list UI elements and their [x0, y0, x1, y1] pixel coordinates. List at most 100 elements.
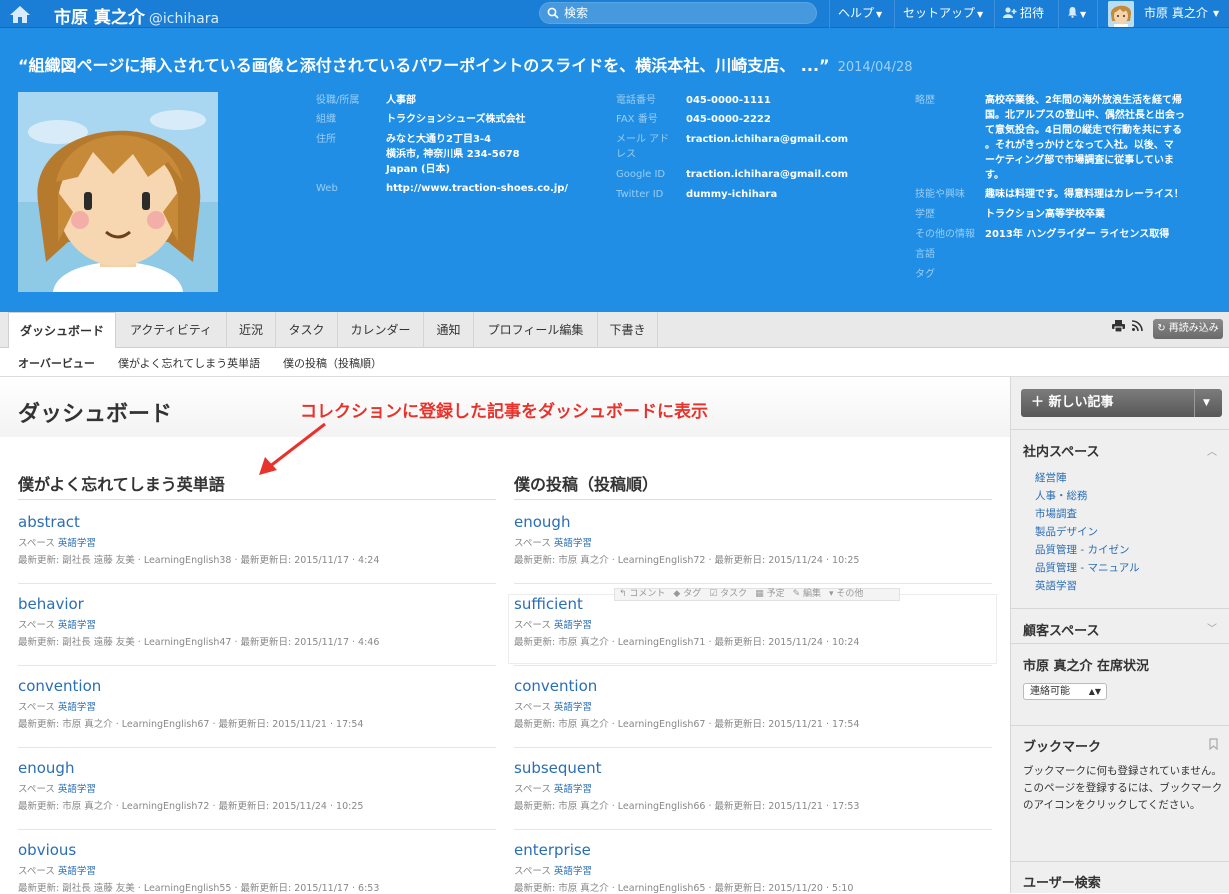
- web-link[interactable]: http://www.traction-shoes.co.jp/: [386, 181, 568, 196]
- article-title-link[interactable]: behavior: [18, 595, 496, 613]
- edit-action[interactable]: ✎ 編集: [793, 589, 821, 599]
- divider: [1011, 643, 1229, 644]
- skills-label: 技能や興味: [915, 189, 965, 200]
- new-article-label: 新しい記事: [1048, 395, 1114, 410]
- education-value: トラクション高等学校卒業: [985, 209, 1105, 220]
- space-link[interactable]: 市場調査: [1035, 506, 1077, 521]
- other-info-value: 2013年 ハングライダー ライセンス取得: [985, 229, 1170, 240]
- article-title-link[interactable]: subsequent: [514, 759, 992, 777]
- divider: [514, 747, 992, 748]
- tab-dashboard[interactable]: ダッシュボード: [8, 312, 116, 349]
- search-input[interactable]: [564, 5, 804, 21]
- home-icon[interactable]: [9, 4, 31, 24]
- tab-notifications[interactable]: 通知: [424, 312, 474, 348]
- tab-drafts[interactable]: 下書き: [598, 312, 658, 348]
- internal-spaces-title[interactable]: 社内スペース: [1023, 441, 1099, 460]
- rss-icon[interactable]: [1132, 320, 1143, 331]
- tab-status[interactable]: 近況: [227, 312, 276, 348]
- space-link[interactable]: 英語学習: [58, 620, 96, 631]
- space-link[interactable]: 経営陣: [1035, 470, 1067, 485]
- space-link[interactable]: 品質管理 - マニュアル: [1035, 560, 1140, 575]
- space-link[interactable]: 人事・総務: [1035, 488, 1088, 503]
- space-link[interactable]: 製品デザイン: [1035, 524, 1098, 539]
- tab-profile-edit[interactable]: プロフィール編集: [474, 312, 598, 348]
- search-icon: [547, 7, 559, 19]
- notifications-menu[interactable]: ▼: [1058, 0, 1094, 28]
- language-label: 言語: [915, 249, 935, 260]
- page-title: ダッシュボード: [18, 402, 173, 427]
- address-line-1: みなと大通り2丁目3-4: [386, 134, 492, 145]
- article-title-link[interactable]: convention: [18, 677, 496, 695]
- invite-button[interactable]: 招待: [994, 0, 1052, 28]
- space-link[interactable]: 英語学習: [554, 784, 592, 795]
- article-space: スペース 英語学習: [18, 702, 96, 713]
- invite-label: 招待: [1020, 6, 1045, 20]
- article-meta: 最新更新: 市原 真之介 · LearningEnglish67 · 最新更新日…: [18, 719, 364, 730]
- article-title-link[interactable]: enough: [18, 759, 496, 777]
- latest-status-quote[interactable]: “組織図ページに挿入されている画像と添付されているパワーポイントのスライドを、横…: [18, 52, 913, 76]
- reload-button[interactable]: ↻ 再読み込み: [1153, 319, 1223, 339]
- print-icon[interactable]: [1112, 320, 1125, 332]
- top-bar: 市原 真之介@ichihara ヘルプ▼ セットアップ▼ 招待 ▼ 市原 真之介…: [0, 0, 1229, 28]
- article-space: スペース 英語学習: [18, 620, 96, 631]
- article-space: スペース 英語学習: [18, 538, 96, 549]
- divider: [18, 747, 496, 748]
- article-title-link[interactable]: convention: [514, 677, 992, 695]
- twitter-value[interactable]: dummy-ichihara: [686, 187, 777, 202]
- space-link[interactable]: 英語学習: [58, 784, 96, 795]
- presence-value: 連絡可能: [1030, 686, 1070, 697]
- article-item: enough スペース 英語学習 最新更新: 市原 真之介 · LearningEn…: [18, 759, 496, 812]
- subnav-my-posts[interactable]: 僕の投稿（投稿順）: [283, 355, 382, 371]
- more-action[interactable]: ▾ その他: [829, 589, 863, 599]
- account-menu[interactable]: 市原 真之介 ▼: [1097, 0, 1229, 28]
- mail-value[interactable]: traction.ichihara@gmail.com: [686, 132, 848, 147]
- article-meta: 最新更新: 副社長 遠藤 友美 · LearningEnglish55 · 最新…: [18, 883, 380, 894]
- plus-icon: ＋: [1031, 395, 1045, 410]
- account-name: 市原 真之介: [1144, 6, 1208, 20]
- task-action[interactable]: ☑ タスク: [709, 589, 747, 599]
- divider: [1011, 429, 1229, 430]
- profile-info-col-2: 電話番号 045-0000-1111 FAX 番号 045-0000-2222 …: [616, 93, 906, 213]
- subnav-overview[interactable]: オーバービュー: [18, 355, 95, 371]
- status-text: “組織図ページに挿入されている画像と添付されているパワーポイントのスライドを、横…: [18, 56, 830, 75]
- article-title-link[interactable]: enterprise: [514, 841, 992, 859]
- customer-spaces-title[interactable]: 顧客スペース: [1023, 620, 1099, 639]
- org-value: トラクションシューズ株式会社: [386, 114, 526, 125]
- schedule-action[interactable]: ▦ 予定: [755, 589, 784, 599]
- article-title-link[interactable]: obvious: [18, 841, 496, 859]
- divider: [18, 499, 496, 500]
- bookmark-icon[interactable]: [1209, 738, 1218, 750]
- help-menu[interactable]: ヘルプ ▼: [829, 0, 890, 28]
- presence-title: 市原 真之介 在席状況: [1023, 659, 1150, 674]
- space-link[interactable]: 英語学習: [554, 538, 592, 549]
- divider: [18, 829, 496, 830]
- setup-menu[interactable]: セットアップ ▼: [894, 0, 991, 28]
- space-link[interactable]: 英語学習: [58, 866, 96, 877]
- collection-column-title: 僕がよく忘れてしまう英単語: [18, 475, 225, 494]
- tag-action[interactable]: ◆ タグ: [673, 589, 701, 599]
- space-link[interactable]: 英語学習: [58, 538, 96, 549]
- comment-action[interactable]: ↰ コメント: [619, 589, 665, 599]
- tab-calendar[interactable]: カレンダー: [338, 312, 424, 348]
- tab-activity[interactable]: アクティビティ: [116, 312, 227, 348]
- tab-tasks[interactable]: タスク: [276, 312, 338, 348]
- new-article-button[interactable]: ＋ 新しい記事 ▼: [1021, 389, 1222, 417]
- chevron-down-icon[interactable]: ﹀: [1207, 620, 1217, 635]
- dashboard-subnav: オーバービュー 僕がよく忘れてしまう英単語 僕の投稿（投稿順）: [0, 348, 1229, 377]
- chevron-down-icon[interactable]: ▼: [1203, 389, 1210, 417]
- article-title-link[interactable]: abstract: [18, 513, 496, 531]
- subnav-collection[interactable]: 僕がよく忘れてしまう英単語: [118, 355, 260, 371]
- position-label: 役職/所属: [316, 95, 360, 106]
- article-item: convention スペース 英語学習 最新更新: 市原 真之介 · Learni…: [514, 677, 992, 730]
- space-link[interactable]: 英語学習: [58, 702, 96, 713]
- space-link[interactable]: 英語学習: [554, 866, 592, 877]
- search-box[interactable]: [539, 2, 817, 24]
- profile-header: “組織図ページに挿入されている画像と添付されているパワーポイントのスライドを、横…: [0, 28, 1229, 312]
- article-item: behavior スペース 英語学習 最新更新: 副社長 遠藤 友美 · Learn…: [18, 595, 496, 648]
- presence-select[interactable]: 連絡可能 ▲▼: [1023, 683, 1107, 700]
- space-link[interactable]: 英語学習: [554, 702, 592, 713]
- space-link[interactable]: 品質管理 - カイゼン: [1035, 542, 1129, 557]
- chevron-up-icon[interactable]: ︿: [1207, 443, 1217, 458]
- article-title-link[interactable]: enough: [514, 513, 992, 531]
- space-link[interactable]: 英語学習: [1035, 578, 1077, 593]
